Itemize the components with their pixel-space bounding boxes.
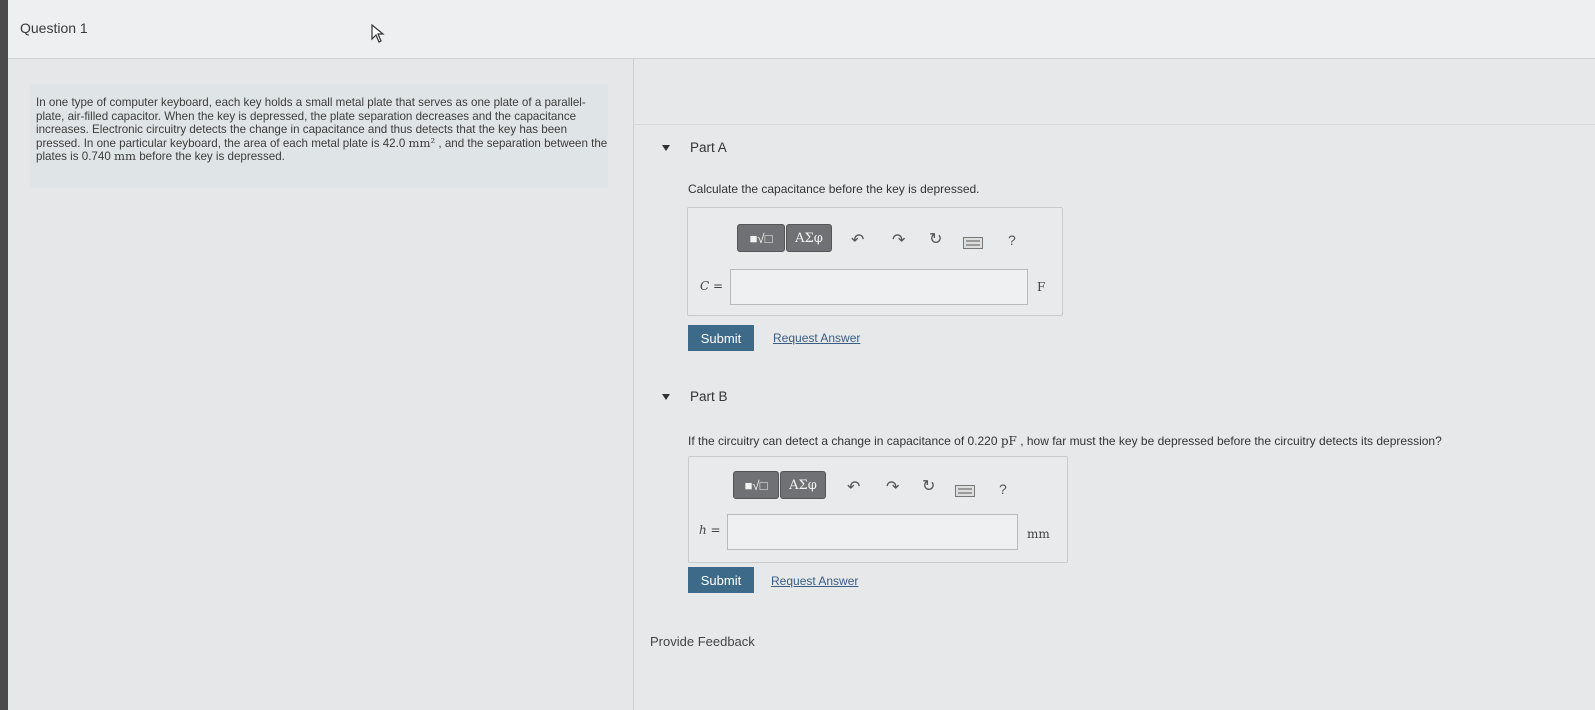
part-a-submit-button[interactable]: Submit: [688, 325, 754, 351]
redo-icon[interactable]: ↷: [892, 230, 905, 250]
reset-icon[interactable]: ↻: [922, 476, 935, 496]
unit-millimeter: mm: [1027, 527, 1050, 541]
part-b-prompt: If the circuitry can detect a change in …: [688, 434, 1442, 448]
screen-left-edge: [0, 0, 8, 710]
divider: [634, 124, 1595, 125]
part-a-collapse-icon[interactable]: [662, 145, 670, 151]
part-a-answer-box: ■√□ ΑΣφ ↶ ↷ ↻ ? C = F: [687, 207, 1063, 316]
part-a-title[interactable]: Part A: [690, 140, 727, 155]
keyboard-icon[interactable]: [955, 485, 975, 497]
part-b-answer-box: ■√□ ΑΣφ ↶ ↷ ↻ ? h = mm: [688, 456, 1068, 563]
variable-c-label: C =: [700, 279, 724, 293]
help-button[interactable]: ?: [999, 481, 1007, 497]
undo-icon[interactable]: ↶: [847, 477, 860, 497]
redo-icon[interactable]: ↷: [886, 477, 899, 497]
depression-input[interactable]: [727, 514, 1018, 550]
answer-pane: [634, 59, 1595, 710]
help-button[interactable]: ?: [1008, 232, 1016, 248]
part-b-collapse-icon[interactable]: [662, 394, 670, 400]
problem-statement: In one type of computer keyboard, each k…: [30, 84, 608, 188]
reset-icon[interactable]: ↻: [929, 229, 942, 249]
variable-h-label: h =: [699, 523, 721, 537]
keyboard-icon[interactable]: [963, 237, 983, 249]
symbols-button[interactable]: ΑΣφ: [786, 224, 832, 252]
part-a-request-answer-link[interactable]: Request Answer: [773, 331, 860, 345]
undo-icon[interactable]: ↶: [851, 230, 864, 250]
unit-area: mm²: [408, 135, 436, 150]
part-b-title[interactable]: Part B: [690, 389, 728, 404]
template-button[interactable]: ■√□: [733, 471, 779, 499]
symbols-button[interactable]: ΑΣφ: [780, 471, 826, 499]
mouse-cursor-icon: [371, 24, 385, 43]
unit-picofarad: pF: [1000, 434, 1017, 448]
part-a-prompt: Calculate the capacitance before the key…: [688, 182, 980, 196]
provide-feedback-link[interactable]: Provide Feedback: [650, 634, 755, 649]
question-header: Question 1: [8, 0, 1595, 59]
template-button[interactable]: ■√□: [737, 224, 785, 252]
part-b-request-answer-link[interactable]: Request Answer: [771, 574, 858, 588]
part-b-submit-button[interactable]: Submit: [688, 567, 754, 593]
question-title: Question 1: [20, 20, 88, 36]
unit-separation: mm: [114, 149, 136, 163]
capacitance-input[interactable]: [730, 269, 1028, 305]
unit-farad: F: [1037, 280, 1046, 294]
